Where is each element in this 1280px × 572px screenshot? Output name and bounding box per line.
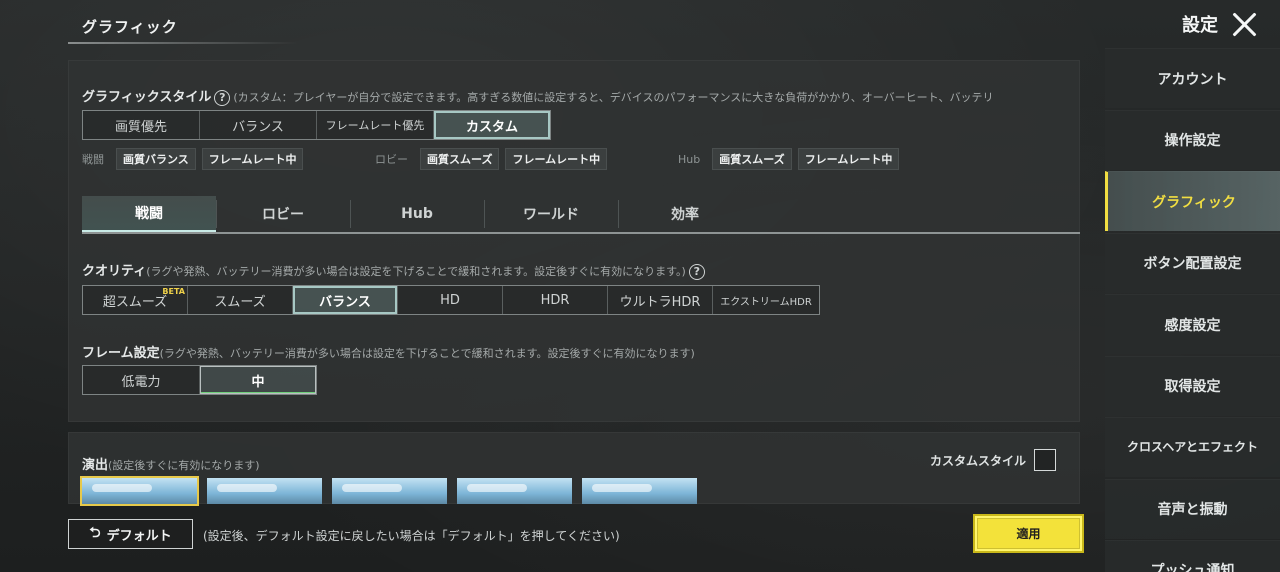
sidebar-item-audio[interactable]: 音声と振動 [1105, 478, 1280, 539]
frame-section: フレーム設定(ラグや発熱、バッテリー消費が多い場合は設定を下げることで緩和されま… [82, 342, 695, 361]
sidebar-item-sensitivity[interactable]: 感度設定 [1105, 294, 1280, 354]
preset-label: Hub [678, 152, 701, 166]
default-button-label: デフォルト [106, 528, 172, 544]
mode-tabs: 戦闘 ロビー Hub ワールド 効率 [82, 196, 1080, 234]
sidebar-item-controls[interactable]: 操作設定 [1105, 109, 1280, 170]
sidebar-item-pickup[interactable]: 取得設定 [1105, 355, 1280, 416]
style-option-framerate[interactable]: フレームレート優先 [317, 111, 434, 139]
rendering-note: (設定後すぐに有効になります) [108, 459, 260, 472]
style-option-balance[interactable]: バランス [200, 111, 317, 139]
preset-lobby: ロビー 画質スムーズ フレームレート中 [375, 148, 608, 170]
preset-label: 戦闘 [82, 153, 104, 166]
sidebar-item-account[interactable]: アカウント [1105, 48, 1280, 108]
tab-efficiency[interactable]: 効率 [618, 196, 752, 232]
apply-button[interactable]: 適用 [975, 516, 1082, 551]
quality-option-smooth[interactable]: スムーズ [188, 286, 293, 314]
frame-note: (ラグや発熱、バッテリー消費が多い場合は設定を下げることで緩和されます。設定後す… [159, 347, 695, 360]
rendering-thumb[interactable] [207, 478, 322, 504]
title-underline [68, 42, 298, 44]
option-label: 超スムーズ [102, 294, 168, 310]
preset-quality-tag: 画質スムーズ [712, 148, 792, 170]
quality-option-balance[interactable]: バランス [293, 286, 398, 314]
quality-option-extreme-hdr[interactable]: エクストリームHDR [713, 286, 819, 314]
rendering-thumb[interactable] [332, 478, 447, 504]
help-icon[interactable]: ? [214, 89, 231, 106]
frame-selector: 低電力 中 [82, 365, 317, 395]
graphic-style-label: グラフィックスタイル [82, 90, 212, 105]
graphic-style-note: (カスタム：プレイヤーが自分で設定できます。高すぎる数値に設定すると、デバイスの… [233, 91, 994, 104]
beta-badge: BETA [162, 287, 185, 296]
close-icon[interactable] [1230, 10, 1258, 38]
rendering-thumb[interactable] [80, 476, 199, 506]
default-note: (設定後、デフォルト設定に戻したい場合は「デフォルト」を押してください) [203, 529, 620, 543]
header-right: 設定 [1182, 10, 1258, 38]
quality-label: クオリティ [82, 264, 147, 279]
sidebar-item-button-layout[interactable]: ボタン配置設定 [1105, 232, 1280, 293]
preset-hub: Hub 画質スムーズ フレームレート中 [678, 148, 900, 170]
style-option-quality[interactable]: 画質優先 [83, 111, 200, 139]
custom-style-toggle[interactable]: カスタムスタイル [930, 449, 1056, 471]
rendering-thumb[interactable] [582, 478, 697, 504]
frame-option-medium[interactable]: 中 [200, 366, 316, 394]
preset-battle: 戦闘 画質バランス フレームレート中 [82, 148, 304, 170]
custom-style-label: カスタムスタイル [929, 453, 1026, 468]
quality-option-hdr[interactable]: HDR [503, 286, 608, 314]
quality-option-hd[interactable]: HD [398, 286, 503, 314]
frame-label: フレーム設定 [82, 346, 160, 361]
style-option-custom[interactable]: カスタム [434, 111, 550, 139]
quality-section: クオリティ(ラグや発熱、バッテリー消費が多い場合は設定を下げることで緩和されます… [82, 260, 708, 280]
custom-style-checkbox[interactable] [1034, 449, 1056, 471]
sidebar-item-crosshair[interactable]: クロスヘアとエフェクト [1105, 417, 1280, 477]
page-title: グラフィック [82, 18, 178, 36]
preset-quality-tag: 画質スムーズ [420, 148, 500, 170]
rendering-section: 演出(設定後すぐに有効になります) [82, 454, 260, 473]
preset-frame-tag: フレームレート中 [797, 148, 900, 170]
tab-hub[interactable]: Hub [350, 196, 484, 232]
tab-world[interactable]: ワールド [484, 196, 618, 232]
graphic-style-section: グラフィックスタイル? (カスタム：プレイヤーが自分で設定できます。高すぎる数値に… [82, 86, 993, 106]
help-icon[interactable]: ? [688, 263, 705, 280]
quality-option-ultra-hdr[interactable]: ウルトラHDR [608, 286, 713, 314]
frame-option-low-power[interactable]: 低電力 [83, 366, 200, 394]
quality-note: (ラグや発熱、バッテリー消費が多い場合は設定を下げることで緩和されます。設定後す… [146, 265, 686, 278]
undo-icon: ⮌ [89, 525, 101, 541]
sidebar-item-push[interactable]: プッシュ通知 [1105, 540, 1280, 572]
preset-label: ロビー [375, 153, 408, 166]
default-button[interactable]: ⮌ デフォルト [68, 519, 193, 549]
preset-quality-tag: 画質バランス [116, 148, 196, 170]
tab-lobby[interactable]: ロビー [216, 196, 350, 232]
settings-sidebar: アカウント 操作設定 グラフィック ボタン配置設定 感度設定 取得設定 クロスヘ… [1105, 48, 1280, 572]
graphic-style-selector: 画質優先 バランス フレームレート優先 カスタム [82, 110, 551, 140]
sidebar-item-graphics[interactable]: グラフィック [1105, 171, 1280, 231]
settings-title: 設定 [1182, 15, 1218, 36]
rendering-label: 演出 [82, 458, 109, 473]
tab-battle[interactable]: 戦闘 [82, 196, 216, 232]
preset-frame-tag: フレームレート中 [201, 148, 304, 170]
rendering-thumb[interactable] [457, 478, 572, 504]
quality-selector: 超スムーズ BETA スムーズ バランス HD HDR ウルトラHDR エクスト… [82, 285, 820, 315]
quality-option-ultra-smooth[interactable]: 超スムーズ BETA [83, 286, 188, 314]
rendering-thumbnails [80, 476, 697, 506]
preset-frame-tag: フレームレート中 [505, 148, 608, 170]
